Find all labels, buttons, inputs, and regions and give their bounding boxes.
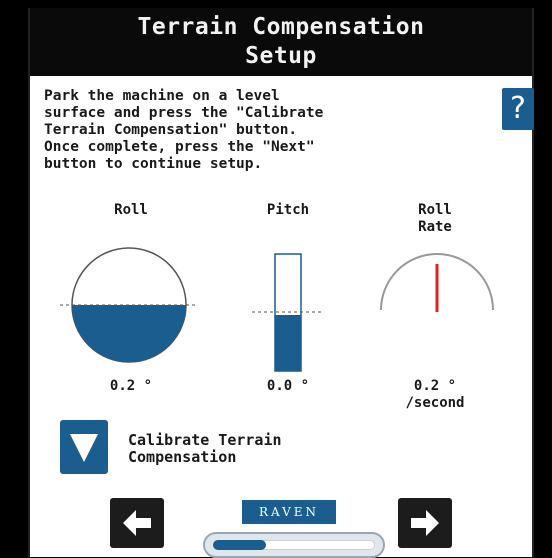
title-bar: Terrain Compensation Setup [30, 8, 532, 76]
roll-rate-label: Roll Rate [418, 202, 452, 235]
back-button[interactable] [110, 498, 164, 548]
pitch-value: 0.0 ° [266, 378, 310, 394]
gauges-graphic [60, 247, 494, 372]
roll-rate-gauge [380, 253, 494, 312]
page-title: Terrain Compensation Setup [137, 14, 425, 69]
triangle-down-icon [70, 434, 98, 462]
help-icon: ? [510, 91, 526, 126]
calibrate-label: Calibrate Terrain Compensation [128, 431, 282, 466]
roll-rate-value: 0.2 ° /second [405, 378, 465, 411]
pitch-gauge [252, 253, 324, 372]
progress-fill [213, 540, 266, 550]
pitch-label: Pitch [266, 202, 310, 218]
screen-frame: Terrain Compensation Setup Park the mach… [0, 0, 552, 558]
arrow-right-icon [411, 510, 439, 536]
roll-gauge [60, 247, 198, 363]
roll-label: Roll [114, 202, 148, 218]
arrow-left-icon [123, 510, 151, 536]
calibrate-button[interactable] [60, 420, 108, 474]
next-button[interactable] [398, 498, 452, 548]
help-button[interactable]: ? [502, 88, 534, 130]
roll-value: 0.2 ° [109, 378, 153, 394]
raven-logo: RAVEN [242, 500, 336, 524]
setup-progress-bar [203, 532, 385, 558]
instructions-text: Park the machine on a level surface and … [44, 88, 324, 172]
setup-panel: Terrain Compensation Setup Park the mach… [28, 8, 534, 558]
